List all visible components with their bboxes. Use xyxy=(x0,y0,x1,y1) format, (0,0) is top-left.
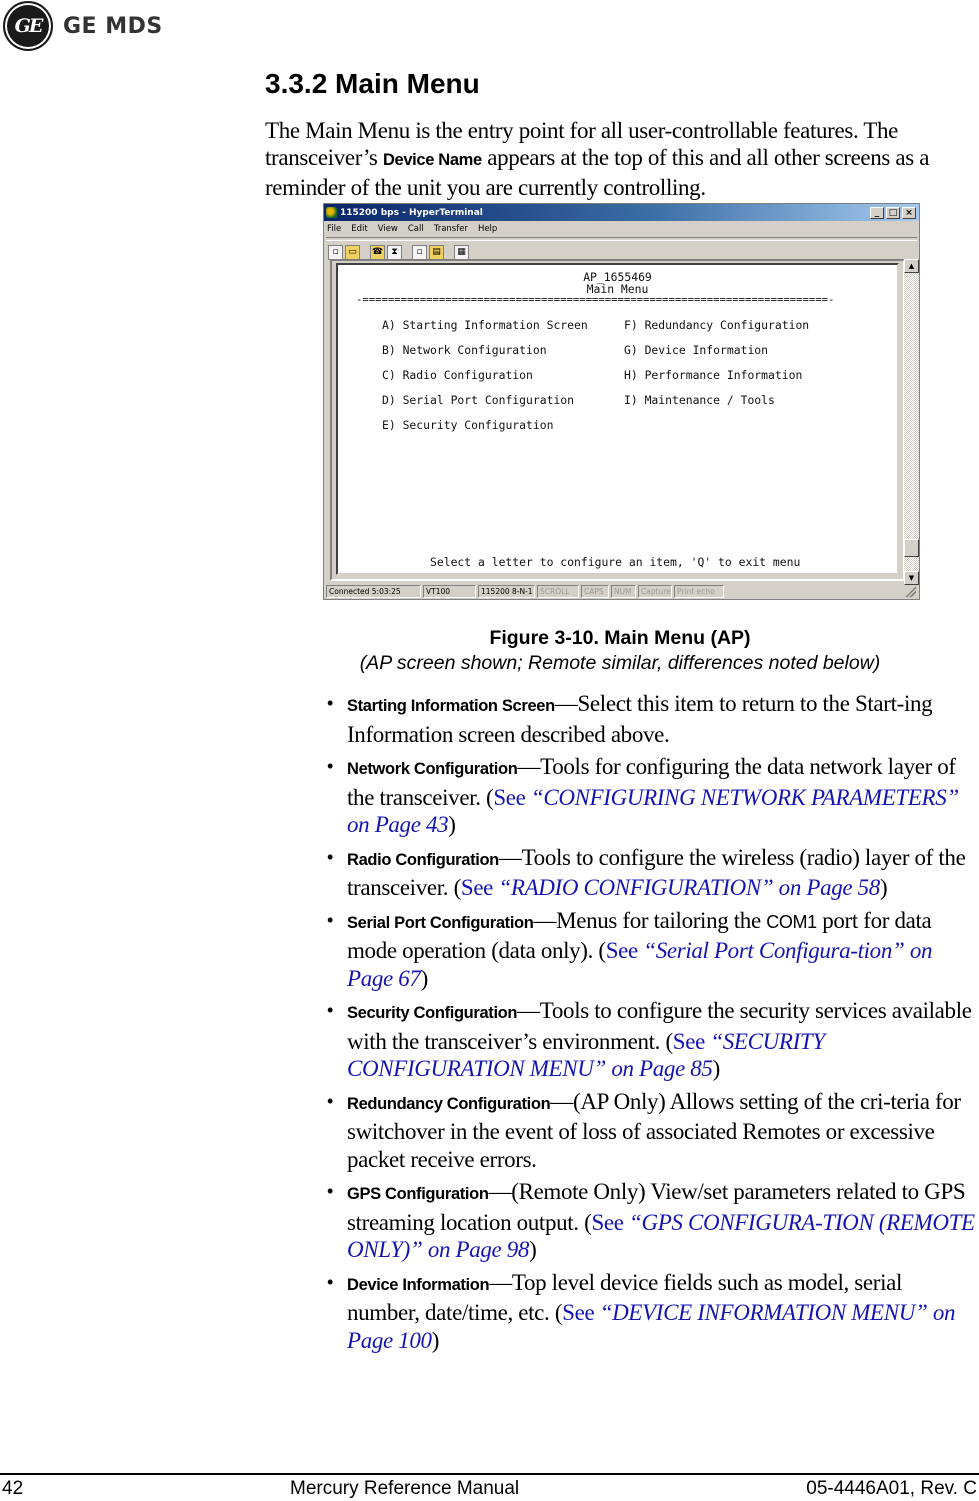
title-bar[interactable]: 115200 bps - HyperTerminal _ □ × xyxy=(324,204,919,221)
open-icon[interactable]: ▭ xyxy=(345,244,360,260)
document-id: 05-4446A01, Rev. C xyxy=(806,1478,977,1499)
menu-item-h[interactable]: H) Performance Information xyxy=(624,368,802,382)
bullet-icon: • xyxy=(327,909,333,930)
resize-grip-icon[interactable] xyxy=(905,586,916,597)
list-item: • Redundancy Configuration—(AP Only) All… xyxy=(327,1088,961,1172)
menu-transfer[interactable]: Transfer xyxy=(434,224,468,234)
properties-icon[interactable]: ▦ xyxy=(454,244,469,260)
call-icon[interactable]: ☎ xyxy=(370,244,385,260)
bullet-icon: • xyxy=(327,1181,333,1201)
receive-icon[interactable]: ▤ xyxy=(429,244,444,260)
status-print-echo: Print echo xyxy=(674,585,724,598)
send-icon[interactable]: ▫ xyxy=(412,244,427,260)
terminal-screen[interactable]: AP_1655469 Main Menu -==================… xyxy=(336,263,899,575)
figure-subcaption: (AP screen shown; Remote similar, differ… xyxy=(359,652,881,674)
ge-monogram-icon: GE xyxy=(3,1,53,51)
scroll-thumb[interactable] xyxy=(904,539,919,557)
menu-item-f[interactable]: F) Redundancy Configuration xyxy=(624,318,809,332)
hyperterminal-window: 115200 bps - HyperTerminal _ □ × File Ed… xyxy=(323,203,920,600)
device-name-term: Device Name xyxy=(382,151,482,169)
menu-item-d[interactable]: D) Serial Port Configuration xyxy=(382,393,574,407)
status-connection: Connected 5:03:25 xyxy=(326,585,421,598)
intro-paragraph: The Main Menu is the entry point for all… xyxy=(265,118,930,200)
disconnect-icon[interactable]: ⧗ xyxy=(387,244,402,260)
status-bar: Connected 5:03:25 VT100 115200 8-N-1 SCR… xyxy=(326,585,917,598)
bullet-icon: • xyxy=(327,1000,333,1020)
menu-descriptions: • Starting Information Screen—Select thi… xyxy=(322,690,977,1359)
status-port-settings: 115200 8-N-1 xyxy=(478,585,535,598)
window-title: 115200 bps - HyperTerminal xyxy=(340,207,483,218)
menu-item-c[interactable]: C) Radio Configuration xyxy=(382,368,533,382)
brand-name: GE MDS xyxy=(63,13,163,39)
manual-title: Mercury Reference Manual xyxy=(290,1478,520,1499)
ge-mds-logo: GE GE MDS xyxy=(3,1,163,51)
close-button[interactable]: × xyxy=(902,206,916,219)
scroll-up-icon[interactable]: ▲ xyxy=(904,259,919,273)
scroll-down-icon[interactable]: ▼ xyxy=(904,571,919,585)
menu-item-e[interactable]: E) Security Configuration xyxy=(382,418,553,432)
bullet-icon: • xyxy=(327,846,333,867)
maximize-button[interactable]: □ xyxy=(886,206,900,219)
list-item: • Device Information—Top level device fi… xyxy=(327,1269,956,1353)
footer-divider xyxy=(0,1473,979,1475)
list-item: • Security Configuration—Tools to config… xyxy=(327,998,972,1081)
title-rule: -=======================================… xyxy=(356,294,835,306)
section-heading: 3.3.2 Main Menu xyxy=(265,68,480,99)
menu-item-a[interactable]: A) Starting Information Screen xyxy=(382,318,588,332)
status-caps: CAPS xyxy=(581,585,609,598)
bullet-icon: • xyxy=(327,1090,333,1111)
menu-file[interactable]: File xyxy=(327,224,341,234)
bullet-icon: • xyxy=(327,693,333,713)
list-item: • Radio Configuration—Tools to configure… xyxy=(327,844,966,901)
vertical-scrollbar[interactable]: ▲ ▼ xyxy=(904,259,919,585)
hyperterminal-icon xyxy=(326,207,337,218)
list-item: • GPS Configuration—(Remote Only) View/s… xyxy=(327,1179,975,1262)
list-item: • Network Configuration—Tools for config… xyxy=(327,754,959,837)
menu-bar: File Edit View Call Transfer Help xyxy=(324,221,919,237)
menu-item-b[interactable]: B) Network Configuration xyxy=(382,343,547,357)
menu-help[interactable]: Help xyxy=(478,224,497,234)
figure-caption: Figure 3-10. Main Menu (AP) xyxy=(489,627,751,649)
bullet-icon: • xyxy=(327,1271,333,1292)
status-scroll: SCROLL xyxy=(537,585,579,598)
status-num: NUM xyxy=(611,585,636,598)
status-capture: Capture xyxy=(638,585,672,598)
menu-edit[interactable]: Edit xyxy=(351,224,367,234)
menu-item-i[interactable]: I) Maintenance / Tools xyxy=(624,393,775,407)
menu-prompt: Select a letter to configure an item, 'Q… xyxy=(430,555,801,569)
new-icon[interactable]: ▫ xyxy=(328,244,343,260)
menu-call[interactable]: Call xyxy=(408,224,424,234)
menu-view[interactable]: View xyxy=(378,224,398,234)
list-item: • Serial Port Configuration—Menus for ta… xyxy=(327,907,933,991)
status-emulation: VT100 xyxy=(423,585,476,598)
list-item: • Starting Information Screen—Select thi… xyxy=(327,691,933,747)
minimize-button[interactable]: _ xyxy=(870,206,884,219)
bullet-icon: • xyxy=(327,756,333,776)
terminal-client-area: AP_1655469 Main Menu -==================… xyxy=(330,259,905,581)
cross-reference-link[interactable]: “RADIO CONFIGURATION” on Page 58 xyxy=(498,875,880,900)
page-number: 42 xyxy=(2,1478,24,1499)
menu-item-g[interactable]: G) Device Information xyxy=(624,343,768,357)
